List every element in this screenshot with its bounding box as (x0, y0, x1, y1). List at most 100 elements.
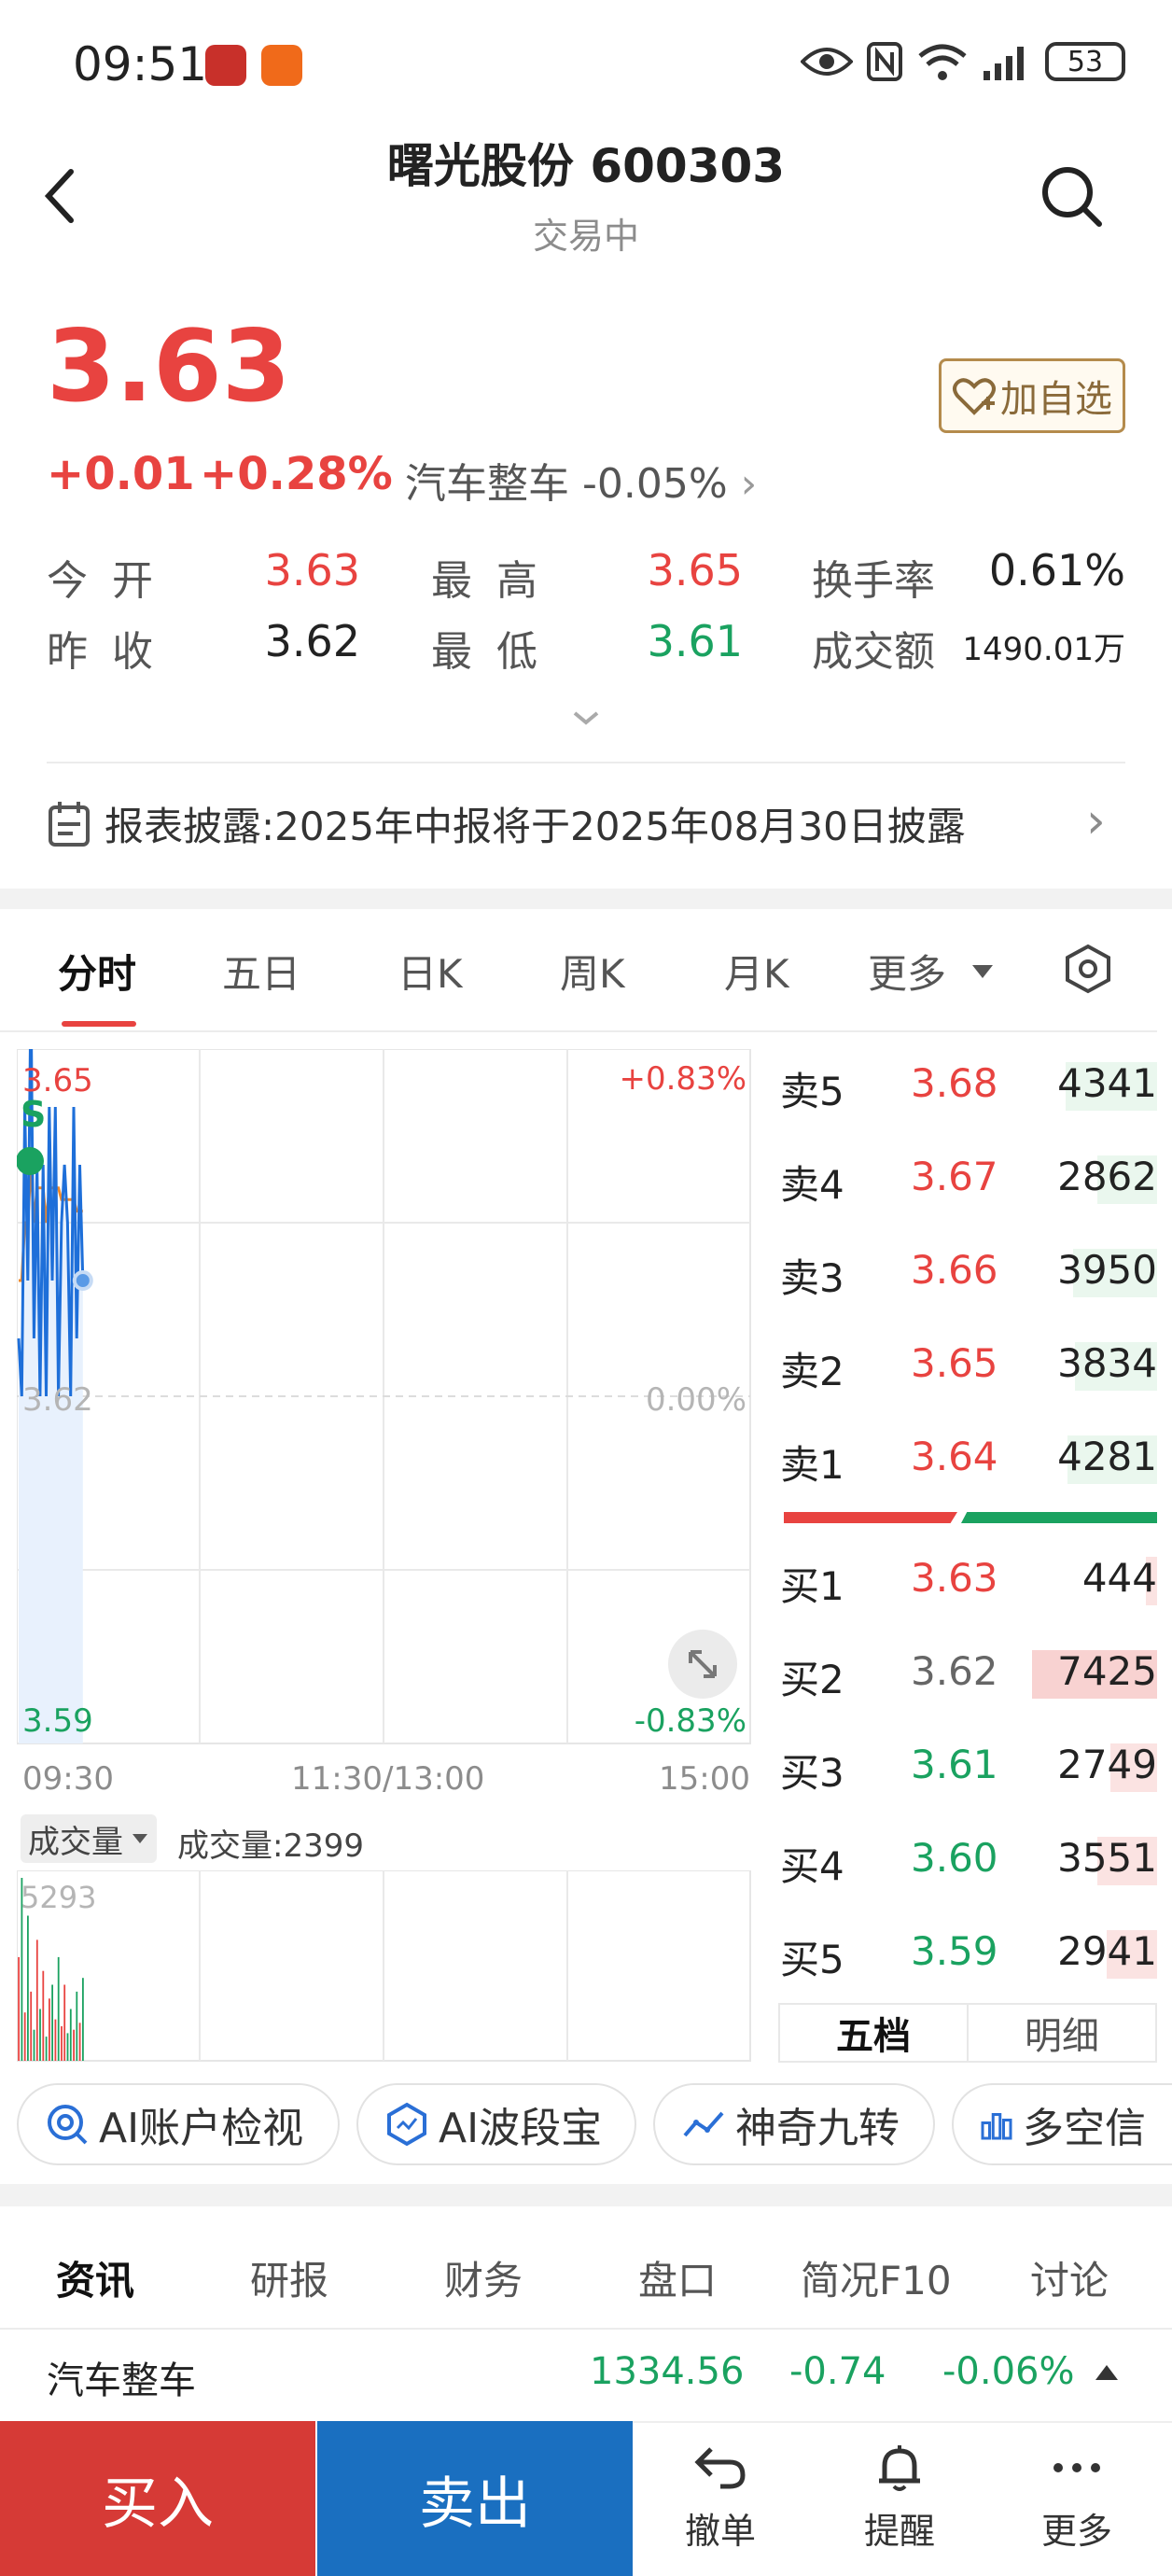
sell-button[interactable]: 卖出 (317, 2421, 633, 2576)
add-watchlist-label: 加自选 (1000, 378, 1112, 421)
tab-intraday[interactable]: 分时 (58, 943, 136, 1000)
price-change-pct: +0.28% (200, 448, 393, 500)
bull-bear-button[interactable]: 多空信 (952, 2083, 1172, 2165)
tab-active-indicator (62, 1021, 136, 1027)
ask-price: 3.68 (911, 1060, 998, 1106)
buy-sell-ratio-bar (784, 1512, 1157, 1523)
bid-volume: 7425 (1057, 1648, 1157, 1694)
bid-price: 3.63 (911, 1555, 998, 1601)
ai-account-review-button[interactable]: AI账户检视 (17, 2083, 340, 2165)
status-icons: 53 (801, 41, 1125, 82)
ask-volume: 3950 (1057, 1247, 1157, 1293)
divider (47, 762, 1125, 763)
alert-label: 提醒 (863, 2511, 935, 2552)
volume-bar (73, 2029, 75, 2061)
low-label: 最 低 (431, 628, 543, 676)
tab-weekly-k[interactable]: 周K (560, 943, 625, 1000)
volume-bar (23, 2012, 26, 2061)
tab-five-level[interactable]: 五档 (780, 2005, 969, 2061)
status-time: 09:51 (73, 37, 208, 91)
bid-row: 买4 3.60 3551 (780, 1829, 1157, 1891)
ask-label: 卖1 (780, 1442, 844, 1488)
caret-up-icon (1095, 2365, 1118, 2380)
tab-trade-detail[interactable]: 明细 (969, 2005, 1155, 2061)
open-label: 今 开 (47, 557, 159, 605)
sector-change: -0.74 (789, 2350, 886, 2393)
bid-row: 买1 3.63 444 (780, 1549, 1157, 1611)
tab-finance[interactable]: 财务 (444, 2249, 523, 2306)
nfc-icon (867, 42, 902, 81)
intraday-chart[interactable] (17, 1049, 752, 1745)
high-label: 最 高 (431, 557, 543, 605)
bid-label: 买5 (780, 1937, 844, 1982)
magic-nine-button[interactable]: 神奇九转 (653, 2083, 935, 2165)
ai-tool-label: AI账户检视 (99, 2105, 304, 2152)
tab-discussion[interactable]: 讨论 (1030, 2249, 1109, 2306)
volume-selector[interactable]: 成交量 (21, 1814, 157, 1863)
fullscreen-button[interactable] (668, 1630, 737, 1699)
volume-bar (78, 2023, 81, 2061)
bid-row: 买2 3.62 7425 (780, 1643, 1157, 1704)
volume-bar (39, 2009, 41, 2061)
cancel-order-button[interactable]: 撤单 (655, 2442, 786, 2554)
tab-more[interactable]: 更多 (868, 943, 995, 1000)
ai-tool-label: AI波段宝 (439, 2105, 603, 2152)
buy-ratio-fill (784, 1512, 957, 1523)
chart-settings-button[interactable] (1062, 943, 1114, 995)
volume-bar (76, 1991, 78, 2061)
open-value: 3.63 (264, 545, 360, 595)
y-label-mid-price: 3.62 (22, 1381, 93, 1419)
buy-button[interactable]: 买入 (0, 2421, 315, 2576)
ask-row: 卖5 3.68 4341 (780, 1055, 1157, 1116)
ask-row: 卖2 3.65 3834 (780, 1335, 1157, 1396)
sector-name: 汽车整车 (47, 2359, 196, 2402)
bid-label: 买4 (780, 1843, 844, 1889)
signal-marker-dot (17, 1147, 44, 1175)
bid-volume: 444 (1081, 1555, 1157, 1601)
high-value: 3.65 (647, 545, 743, 595)
chart-grid (17, 1049, 751, 1744)
heart-plus-icon (953, 378, 996, 415)
bid-price: 3.61 (911, 1742, 998, 1787)
x-label-end: 15:00 (659, 1760, 750, 1798)
tab-order-book[interactable]: 盘口 (638, 2249, 717, 2306)
ai-band-button[interactable]: AI波段宝 (356, 2083, 636, 2165)
sector-label: 汽车整车 -0.05% (405, 460, 728, 508)
bid-volume: 2941 (1057, 1928, 1157, 1974)
search-button[interactable] (1039, 164, 1105, 230)
alert-button[interactable]: 提醒 (834, 2442, 965, 2554)
add-watchlist-button[interactable]: 加自选 (939, 358, 1125, 433)
expand-stats-button[interactable] (564, 702, 608, 735)
volume-bar (82, 1978, 84, 2061)
ask-price: 3.67 (911, 1154, 998, 1199)
bid-volume: 3551 (1057, 1835, 1157, 1881)
bid-row: 买3 3.61 2749 (780, 1736, 1157, 1798)
more-button[interactable]: 更多 (1012, 2442, 1142, 2554)
tab-monthly-k[interactable]: 月K (724, 943, 789, 1000)
volume-bar (45, 2037, 48, 2061)
bid-label: 买1 (780, 1563, 844, 1609)
sector-row[interactable]: 汽车整车 1334.56 -0.74 -0.06% (0, 2331, 1172, 2419)
tab-research[interactable]: 研报 (250, 2249, 328, 2306)
volume-bar (63, 1984, 66, 2061)
divider (0, 2328, 1172, 2330)
trend-line-icon (683, 2111, 724, 2137)
sell-ratio-fill (961, 1512, 1157, 1523)
ask-volume: 3834 (1057, 1340, 1157, 1386)
ask-label: 卖4 (780, 1162, 844, 1208)
ask-price: 3.65 (911, 1340, 998, 1386)
tab-five-day[interactable]: 五日 (222, 943, 300, 1000)
sector-link[interactable]: 汽车整车 -0.05% › (405, 450, 757, 510)
battery-icon: 53 (1045, 42, 1125, 81)
volume-bar (66, 2033, 69, 2061)
page-title: 曙光股份 600303 (386, 139, 786, 193)
tab-f10[interactable]: 简况F10 (801, 2249, 952, 2306)
app-notification-icon (205, 45, 246, 86)
search-icon (1042, 167, 1102, 227)
tab-daily-k[interactable]: 日K (398, 943, 463, 1000)
volume-bar (69, 2009, 72, 2061)
turnover-value: 0.61% (988, 545, 1125, 595)
sector-value: 1334.56 (590, 2350, 745, 2393)
section-gap (0, 889, 1172, 909)
tab-news[interactable]: 资讯 (56, 2249, 134, 2306)
